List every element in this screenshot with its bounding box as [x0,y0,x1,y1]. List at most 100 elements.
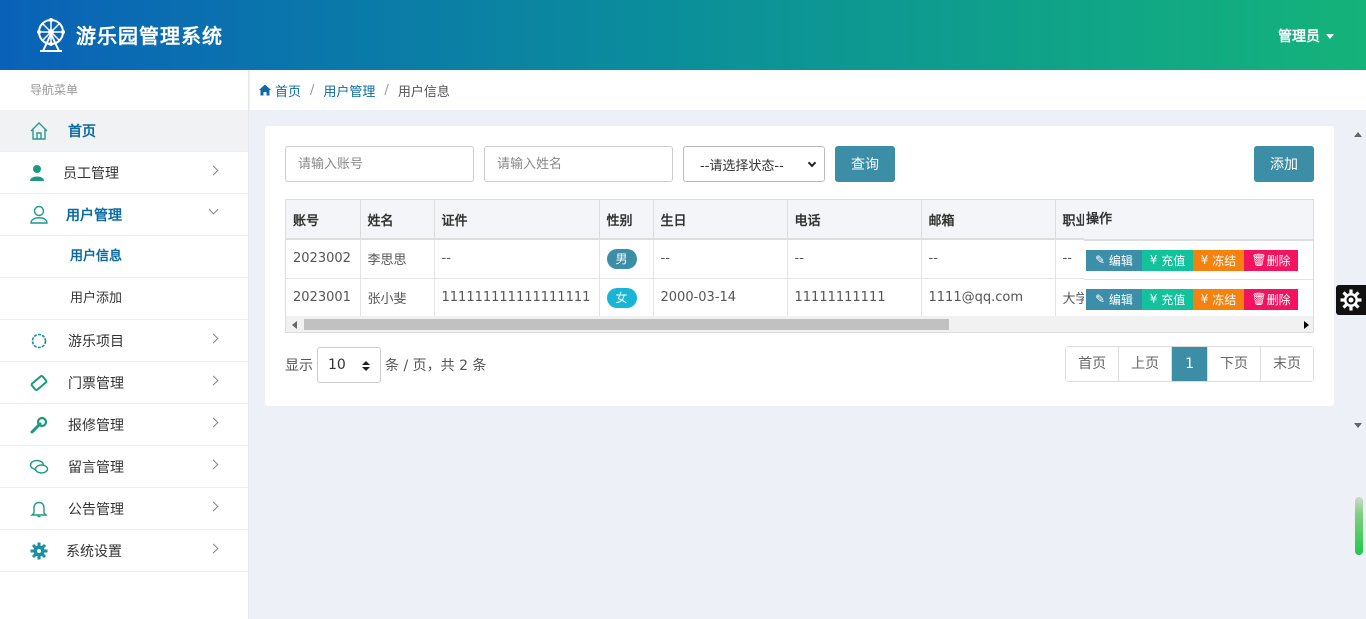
edit-button[interactable]: ✎ 编辑 [1086,249,1142,271]
table-row: 2023002 李思思 -- 男 -- -- -- -- [286,239,1116,279]
sidebar-item-rides[interactable]: 游乐项目 [0,320,248,362]
column-header[interactable]: 性别 [599,200,654,240]
column-header[interactable]: 账号 [286,200,361,240]
name-search-input[interactable] [484,146,673,182]
content-panel: --请选择状态-- 查询 添加 账号 姓名 证件 性别 生日 电话 邮箱 职业 [265,126,1334,406]
scroll-left-icon[interactable] [292,321,297,329]
settings-float-button[interactable] [1336,285,1366,315]
edit-label: 编辑 [1108,292,1133,307]
status-select-value: --请选择状态-- [700,158,784,174]
gear-icon [1340,289,1362,311]
show-label: 显示 [285,358,313,374]
sidebar-item-repairs[interactable]: 报修管理 [0,404,248,446]
breadcrumb: 首页 / 用户管理 / 用户信息 [250,70,1366,110]
gender-badge: 女 [606,287,637,308]
actions-column: 操作 ✎ 编辑 ¥ 充值 ¥ 冻结 🗑 删除 ✎ 编辑 ¥ 充值 ¥ 冻结 🗑 删除 [1084,200,1313,319]
ticket-icon [30,375,48,391]
pagination: 首页 上页 1 下页 末页 [1065,346,1314,382]
delete-button[interactable]: 🗑 删除 [1244,249,1298,271]
cog-ring-icon [31,333,47,349]
edit-button[interactable]: ✎ 编辑 [1086,288,1142,310]
sidebar-subitem-user-info[interactable]: 用户信息 [0,236,248,278]
delete-label: 删除 [1266,292,1291,307]
account-search-input[interactable] [285,146,474,182]
sidebar-item-tickets[interactable]: 门票管理 [0,362,248,404]
column-header[interactable]: 证件 [434,200,600,240]
page-size-control: 显示 10 条 / 页，共 2 条 [285,347,486,383]
gear-icon [30,542,48,560]
chevron-right-icon [208,165,219,176]
freeze-button[interactable]: ¥ 冻结 [1193,288,1244,310]
scroll-right-icon[interactable] [1304,321,1309,329]
trash-icon: 🗑 [1251,292,1267,306]
cell-account: 2023001 [286,278,361,318]
chevron-right-icon [208,375,219,386]
column-header[interactable]: 生日 [653,200,788,240]
table-horizontal-scrollbar[interactable] [286,316,1313,332]
first-page-button[interactable]: 首页 [1066,347,1120,381]
add-button[interactable]: 添加 [1254,146,1314,182]
breadcrumb-separator: / [310,82,315,98]
sidebar-item-label: 员工管理 [63,165,119,182]
yen-icon: ¥ [1200,292,1213,306]
sidebar-item-label: 游乐项目 [68,333,124,350]
scrollbar-thumb[interactable] [304,319,949,330]
sidebar-item-home[interactable]: 首页 [0,110,248,152]
freeze-button[interactable]: ¥ 冻结 [1193,249,1244,271]
column-header[interactable]: 姓名 [360,200,435,240]
prev-page-button[interactable]: 上页 [1119,347,1173,381]
home-icon [259,84,271,96]
next-page-button[interactable]: 下页 [1208,347,1261,381]
sidebar-item-settings[interactable]: 系统设置 [0,530,248,572]
breadcrumb-current: 用户信息 [397,84,450,100]
chevron-right-icon [208,459,219,470]
yen-icon: ¥ [1149,292,1162,306]
column-header: 操作 [1084,200,1313,241]
sidebar-item-messages[interactable]: 留言管理 [0,446,248,488]
breadcrumb-home[interactable]: 首页 [275,81,301,100]
cell-phone: -- [787,239,922,279]
sidebar-item-label: 用户管理 [66,207,122,224]
scroll-down-icon[interactable] [1354,423,1362,428]
recharge-label: 充值 [1161,292,1186,307]
user-table-grid: 账号 姓名 证件 性别 生日 电话 邮箱 职业 2023002 李思思 -- 男… [286,200,1116,318]
sidebar-subitem-user-add[interactable]: 用户添加 [0,278,248,320]
sidebar-item-label: 公告管理 [68,501,124,518]
column-header[interactable]: 电话 [787,200,922,240]
sidebar-item-staff[interactable]: 员工管理 [0,152,248,194]
cell-birthday: -- [653,239,788,279]
side-status-indicator [1355,497,1363,555]
gender-badge: 男 [606,248,637,269]
recharge-button[interactable]: ¥ 充值 [1142,288,1193,310]
sidebar-item-label: 系统设置 [66,543,122,560]
cell-email: 1111@qq.com [921,278,1056,318]
cell-name: 李思思 [360,239,435,279]
chevron-right-icon [208,543,219,554]
cell-account: 2023002 [286,239,361,279]
chevron-right-icon [208,417,219,428]
last-page-button[interactable]: 末页 [1261,347,1313,381]
page-size-select[interactable]: 10 [317,347,381,383]
query-button[interactable]: 查询 [835,146,895,182]
breadcrumb-section[interactable]: 用户管理 [323,81,375,100]
sidebar-item-notices[interactable]: 公告管理 [0,488,248,530]
current-page-button[interactable]: 1 [1172,347,1208,381]
freeze-label: 冻结 [1212,253,1237,268]
home-icon [30,122,48,140]
cell-name: 张小斐 [360,278,435,318]
scroll-up-icon[interactable] [1354,132,1362,137]
recharge-button[interactable]: ¥ 充值 [1142,249,1193,271]
actions-row: ✎ 编辑 ¥ 充值 ¥ 冻结 🗑 删除 [1084,241,1313,280]
cell-gender: 女 [599,278,654,318]
top-header: 游乐园管理系统 管理员 [0,0,1366,70]
column-header[interactable]: 邮箱 [921,200,1056,240]
admin-menu[interactable]: 管理员 [1278,26,1334,46]
sidebar-item-label: 留言管理 [68,459,124,476]
freeze-label: 冻结 [1212,292,1237,307]
page-size-value: 10 [328,357,346,373]
status-select[interactable]: --请选择状态-- [683,146,825,182]
delete-button[interactable]: 🗑 删除 [1244,288,1298,310]
sidebar-item-users[interactable]: 用户管理 [0,194,248,236]
cell-phone: 11111111111 [787,278,922,318]
page-scrollbar[interactable] [1350,126,1366,431]
